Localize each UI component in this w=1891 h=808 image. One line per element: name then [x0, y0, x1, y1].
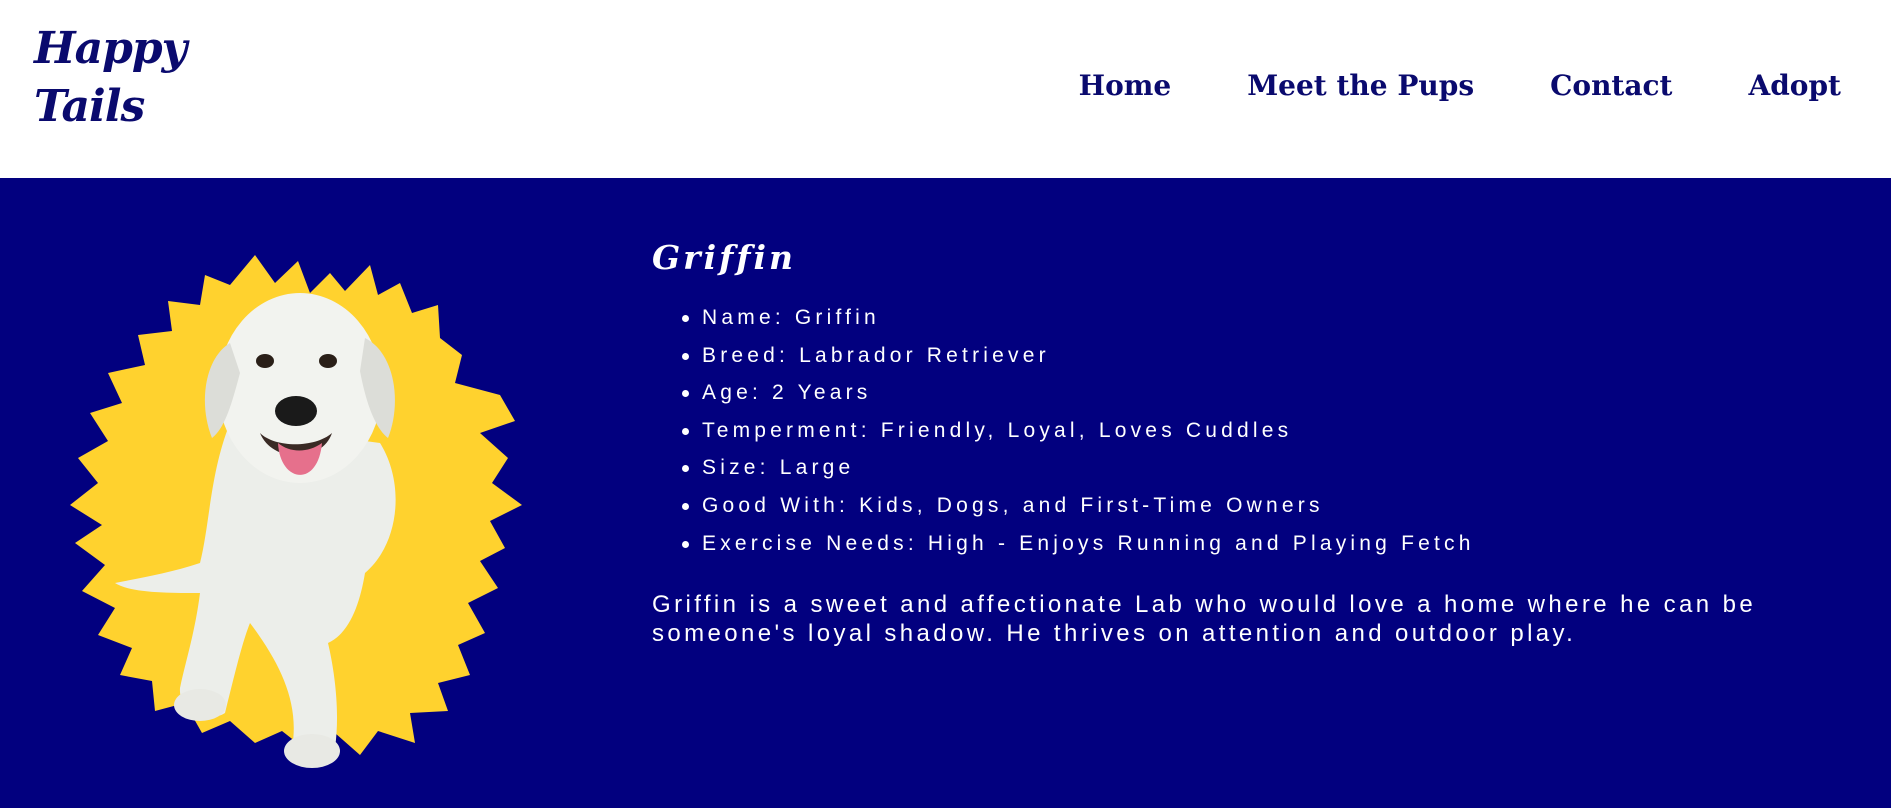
- nav-contact-link[interactable]: Contact: [1550, 69, 1672, 102]
- pup-info: Griffin Name: Griffin Breed: Labrador Re…: [652, 238, 1852, 648]
- dog-left-eye-shape: [256, 354, 274, 368]
- site-header: Happy Tails Home Meet the Pups Contact A…: [0, 0, 1891, 178]
- pup-name-heading: Griffin: [652, 238, 797, 277]
- fact-size: Size: Large: [682, 449, 1852, 487]
- fact-good-with: Good With: Kids, Dogs, and First-Time Ow…: [682, 487, 1852, 525]
- dog-right-eye-shape: [319, 354, 337, 368]
- pup-facts-list: Name: Griffin Breed: Labrador Retriever …: [682, 299, 1852, 562]
- main-nav: Home Meet the Pups Contact Adopt: [1079, 60, 1841, 110]
- dog-nose-shape: [275, 396, 317, 426]
- dog-right-paw-shape: [284, 734, 340, 768]
- pup-profile-section: Griffin Name: Griffin Breed: Labrador Re…: [0, 178, 1891, 808]
- nav-home-link[interactable]: Home: [1079, 69, 1172, 102]
- nav-adopt-link[interactable]: Adopt: [1749, 69, 1842, 102]
- site-logo[interactable]: Happy Tails: [34, 20, 187, 136]
- fact-age: Age: 2 Years: [682, 374, 1852, 412]
- pup-bio: Griffin is a sweet and affectionate Lab …: [652, 591, 1757, 648]
- fact-breed: Breed: Labrador Retriever: [682, 337, 1852, 375]
- dog-left-paw-shape: [174, 689, 226, 721]
- nav-meet-the-pups-link[interactable]: Meet the Pups: [1247, 69, 1474, 102]
- fact-temperament: Temperment: Friendly, Loyal, Loves Cuddl…: [682, 412, 1852, 450]
- dog-photo-illustration: [70, 255, 522, 768]
- fact-name: Name: Griffin: [682, 299, 1852, 337]
- fact-exercise-needs: Exercise Needs: High - Enjoys Running an…: [682, 525, 1852, 563]
